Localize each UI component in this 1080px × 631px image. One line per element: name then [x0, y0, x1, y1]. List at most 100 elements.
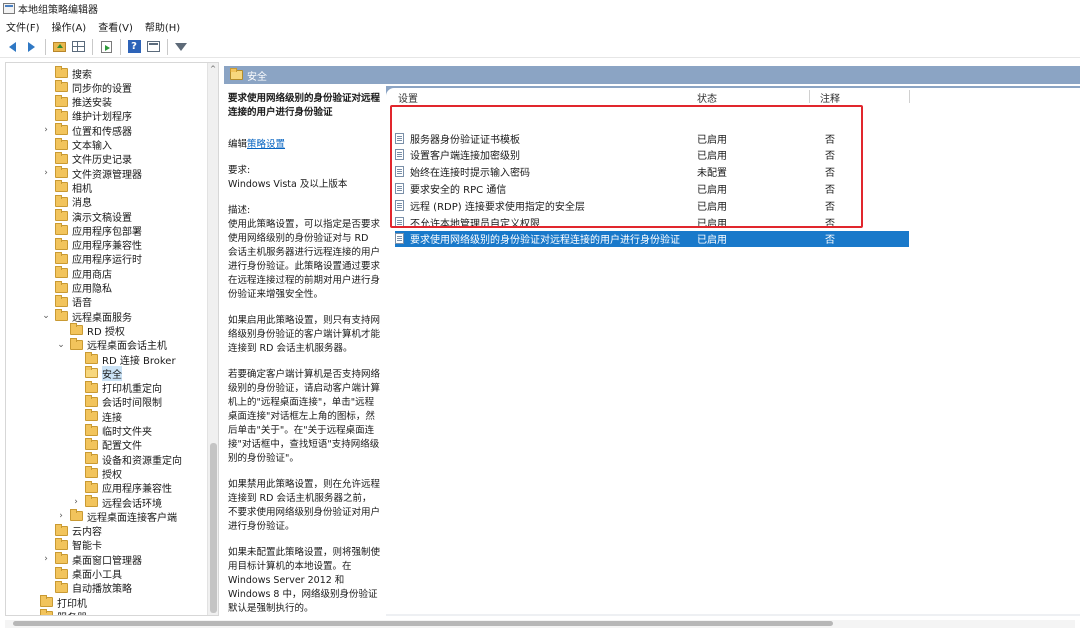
- navigation-tree[interactable]: 搜索 同步你的设置 推送安装 维护计划程序 › 位置和传感器 文本输入 文件历史记录 › 文件资源…: [5, 62, 219, 616]
- edit-policy-settings-link[interactable]: 策略设置: [247, 139, 285, 150]
- policy-row[interactable]: 要求安全的 RPC 通信 已启用 否: [395, 180, 909, 196]
- tree-item-label: 消息: [72, 198, 92, 210]
- tree-item[interactable]: › 远程桌面连接客户端: [59, 509, 177, 524]
- tree-item[interactable]: 设备和资源重定向: [85, 452, 182, 467]
- requirements-label: 要求:: [228, 165, 251, 176]
- tree-item[interactable]: 维护计划程序: [55, 108, 132, 123]
- settings-list[interactable]: 设置 状态 注释 服务器身份验证证书模板 已启用否设置客户端连接加密级别 已启用否始…: [386, 88, 1080, 614]
- forward-button[interactable]: [22, 38, 40, 56]
- tree-item[interactable]: 演示文稿设置: [55, 209, 132, 224]
- tree-item[interactable]: › 远程会话环境: [74, 495, 162, 510]
- filter-button[interactable]: [172, 38, 190, 56]
- tree-item[interactable]: RD 授权: [70, 323, 125, 338]
- scrollbar-thumb[interactable]: [210, 443, 217, 613]
- expand-chevron-icon[interactable]: ›: [42, 552, 50, 566]
- properties-button[interactable]: [144, 38, 162, 56]
- policy-note: 否: [825, 134, 835, 146]
- folder-icon: [70, 509, 83, 522]
- column-header-state[interactable]: 状态: [697, 90, 717, 105]
- tree-item[interactable]: 文本输入: [55, 137, 112, 152]
- tree-item[interactable]: 云内容: [55, 523, 102, 538]
- expand-chevron-icon[interactable]: ›: [42, 123, 50, 137]
- show-hide-tree-icon: [71, 41, 85, 52]
- tree-item[interactable]: 应用程序运行时: [55, 251, 142, 266]
- tree-item[interactable]: 安全: [85, 365, 122, 381]
- tree-item[interactable]: 自动播放策略: [55, 580, 132, 595]
- export-list-button[interactable]: [97, 38, 115, 56]
- tree-item[interactable]: 相机: [55, 180, 92, 195]
- tree-vertical-scrollbar[interactable]: ^: [207, 63, 218, 615]
- tree-item[interactable]: 临时文件夹: [85, 423, 152, 438]
- tree-item[interactable]: › 桌面窗口管理器: [44, 552, 142, 567]
- tree-item[interactable]: 文件历史记录: [55, 151, 132, 166]
- menu-view[interactable]: 查看(V): [98, 19, 133, 34]
- scroll-up-icon[interactable]: ^: [208, 65, 218, 73]
- tree-item[interactable]: 会话时间限制: [85, 394, 162, 409]
- column-header-setting[interactable]: 设置: [398, 90, 418, 105]
- horizontal-scrollbar-thumb[interactable]: [13, 621, 833, 626]
- expand-chevron-icon[interactable]: ›: [42, 166, 50, 180]
- tree-item-label: 应用程序兼容性: [72, 241, 142, 253]
- tree-item[interactable]: 连接: [85, 409, 122, 424]
- edit-line: 编辑策略设置: [228, 138, 380, 152]
- horizontal-scrollbar[interactable]: [5, 620, 1075, 628]
- menu-help[interactable]: 帮助(H): [145, 19, 180, 34]
- tree-item[interactable]: 打印机: [40, 595, 87, 610]
- tree-item[interactable]: 语音: [55, 294, 92, 309]
- folder-icon: [55, 566, 68, 579]
- tree-item[interactable]: 打印机重定向: [85, 380, 162, 395]
- policy-row[interactable]: 不允许本地管理员自定义权限 已启用 否: [395, 214, 909, 230]
- folder-icon: [55, 580, 68, 593]
- up-level-button[interactable]: [50, 38, 68, 56]
- filter-icon: [175, 42, 187, 51]
- help-button[interactable]: ?: [125, 38, 143, 56]
- policy-state: 已启用: [697, 134, 727, 146]
- collapse-chevron-icon[interactable]: ⌄: [57, 338, 65, 352]
- policy-row[interactable]: 远程 (RDP) 连接要求使用指定的安全层 已启用 否: [395, 197, 909, 213]
- tree-item[interactable]: 配置文件: [85, 437, 142, 452]
- column-header-note[interactable]: 注释: [820, 90, 840, 105]
- tree-item-label: 文件资源管理器: [72, 169, 142, 181]
- tree-item[interactable]: 桌面小工具: [55, 566, 122, 581]
- tree-item[interactable]: 搜索: [55, 66, 92, 81]
- tree-item[interactable]: 应用程序包部署: [55, 223, 142, 238]
- back-button[interactable]: [3, 38, 21, 56]
- tree-item[interactable]: 推送安装: [55, 94, 112, 109]
- column-separator[interactable]: [809, 90, 810, 103]
- tree-item[interactable]: 应用程序兼容性: [85, 480, 172, 495]
- folder-icon: [85, 409, 98, 422]
- menu-action[interactable]: 操作(A): [52, 19, 87, 34]
- tree-item[interactable]: 应用隐私: [55, 280, 112, 295]
- folder-icon: [55, 523, 68, 536]
- folder-icon: [55, 123, 68, 136]
- tree-item[interactable]: 同步你的设置: [55, 80, 132, 95]
- tree-item[interactable]: 授权: [85, 466, 122, 481]
- description-pane: 要求使用网络级别的身份验证对远程连接的用户进行身份验证 编辑策略设置 要求: W…: [224, 86, 384, 616]
- tree-item[interactable]: 应用程序兼容性: [55, 237, 142, 253]
- folder-icon: [85, 380, 98, 393]
- policy-name: 设置客户端连接加密级别: [410, 151, 520, 163]
- policy-setting-icon: [395, 216, 404, 228]
- tree-item[interactable]: › 文件资源管理器: [44, 166, 142, 181]
- policy-row[interactable]: 始终在连接时提示输入密码 未配置 否: [395, 164, 909, 180]
- expand-chevron-icon[interactable]: ›: [57, 509, 65, 523]
- tree-item[interactable]: › 位置和传感器: [44, 123, 132, 138]
- tree-item[interactable]: ⌄ 远程桌面会话主机: [57, 337, 167, 352]
- folder-icon: [55, 266, 68, 279]
- tree-item-label: RD 授权: [87, 326, 125, 338]
- tree-item[interactable]: 消息: [55, 194, 92, 210]
- tree-item[interactable]: 应用商店: [55, 266, 112, 281]
- tree-item[interactable]: 智能卡: [55, 537, 102, 552]
- collapse-chevron-icon[interactable]: ⌄: [42, 309, 50, 323]
- column-separator[interactable]: [909, 90, 910, 103]
- tree-item[interactable]: 服务器: [40, 609, 87, 615]
- tree-item[interactable]: ⌄ 远程桌面服务: [42, 309, 132, 324]
- show-hide-tree-button[interactable]: [69, 38, 87, 56]
- policy-row[interactable]: 服务器身份验证证书模板 已启用 否: [395, 130, 909, 146]
- tree-item[interactable]: RD 连接 Broker: [85, 352, 176, 367]
- policy-row[interactable]: 要求使用网络级别的身份验证对远程连接的用户进行身份验证 已启用 否: [395, 230, 909, 247]
- expand-chevron-icon[interactable]: ›: [72, 495, 80, 509]
- menu-file[interactable]: 文件(F): [6, 19, 40, 34]
- requirements-value: Windows Vista 及以上版本: [228, 179, 348, 190]
- policy-row[interactable]: 设置客户端连接加密级别 已启用 否: [395, 147, 909, 163]
